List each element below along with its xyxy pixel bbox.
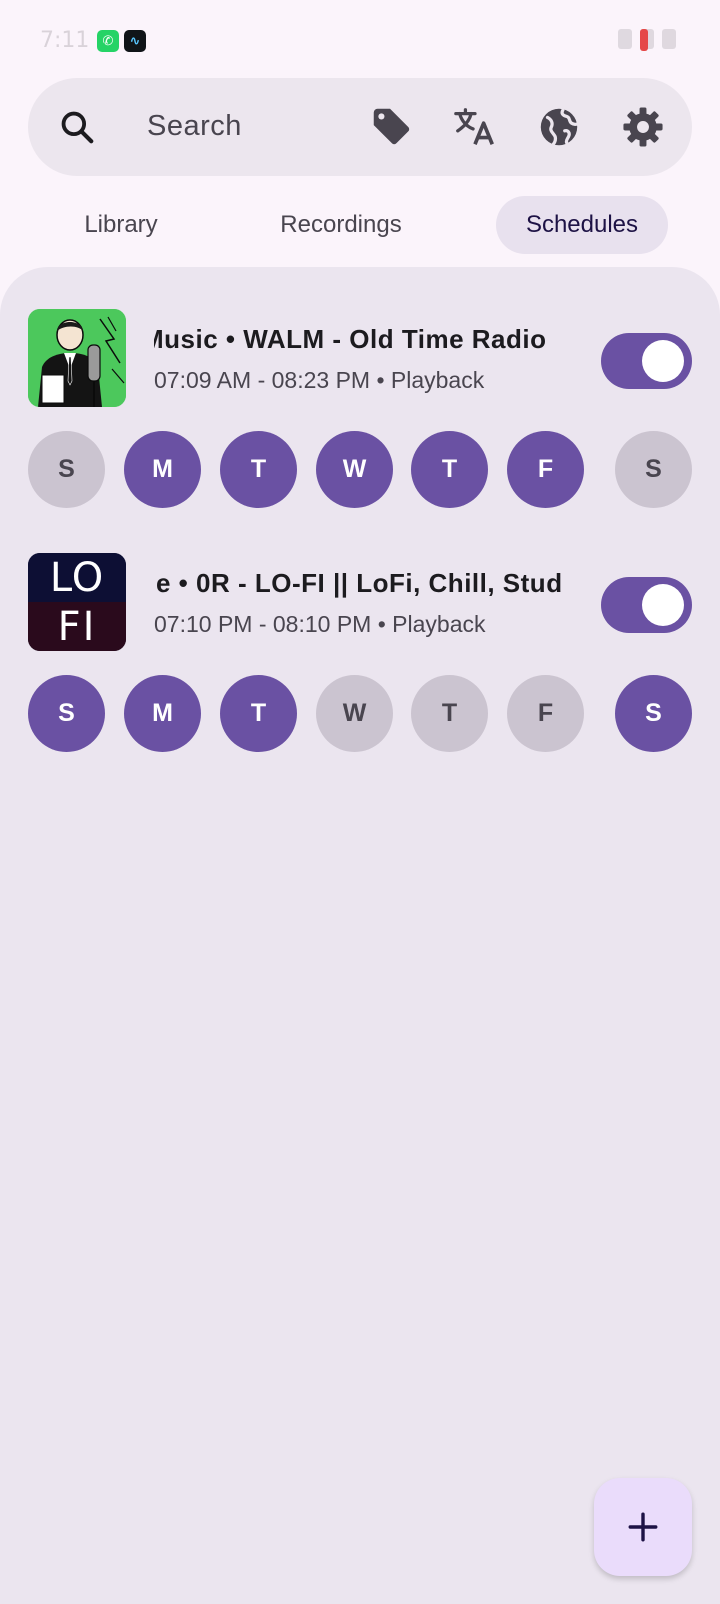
- station-title: Music • WALM - Old Time Radio: [154, 324, 547, 354]
- day-thursday[interactable]: T: [411, 675, 488, 752]
- station-title-clip: Music • WALM - Old Time Radio: [154, 319, 574, 359]
- tag-icon[interactable]: [368, 104, 414, 150]
- schedule-time: 07:09 AM - 08:23 PM • Playback: [154, 367, 485, 393]
- day-wednesday[interactable]: W: [316, 431, 393, 508]
- schedules-list: Music • WALM - Old Time Radio 07:09 AM -…: [0, 267, 720, 1604]
- day-selector: S M T W T F S: [28, 675, 692, 753]
- battery-icon: [640, 29, 648, 51]
- network-icon: [662, 29, 676, 49]
- search-icon[interactable]: [58, 108, 96, 146]
- day-saturday[interactable]: S: [615, 675, 692, 752]
- plus-icon: [628, 1512, 658, 1542]
- tab-schedules[interactable]: Schedules: [496, 196, 668, 254]
- day-sunday[interactable]: S: [28, 431, 105, 508]
- toggle-knob: [642, 340, 684, 382]
- add-schedule-button[interactable]: [594, 1478, 692, 1576]
- toggle-knob: [642, 584, 684, 626]
- day-sunday[interactable]: S: [28, 675, 105, 752]
- schedule-item[interactable]: Music • WALM - Old Time Radio 07:09 AM -…: [0, 309, 720, 519]
- schedule-toggle[interactable]: [601, 333, 692, 389]
- day-monday[interactable]: M: [124, 431, 201, 508]
- day-saturday[interactable]: S: [615, 431, 692, 508]
- whatsapp-icon: ✆: [97, 30, 119, 52]
- schedule-item[interactable]: LO FI e • 0R - LO-FI || LoFi, Chill, Stu…: [0, 553, 720, 763]
- status-bar: 7:11 ✆ ∿: [0, 0, 720, 80]
- status-time: 7:11: [40, 28, 90, 53]
- day-friday[interactable]: F: [507, 431, 584, 508]
- gear-icon[interactable]: [620, 104, 666, 150]
- schedule-time: 07:10 PM - 08:10 PM • Playback: [154, 611, 486, 637]
- translate-icon[interactable]: [452, 104, 498, 150]
- day-tuesday[interactable]: T: [220, 431, 297, 508]
- schedule-toggle[interactable]: [601, 577, 692, 633]
- search-bar[interactable]: Search: [28, 78, 692, 176]
- tab-recordings[interactable]: Recordings: [262, 196, 420, 254]
- day-selector: S M T W T F S: [28, 431, 692, 509]
- station-artwork: [28, 309, 126, 407]
- day-wednesday[interactable]: W: [316, 675, 393, 752]
- artwork-text: LO: [49, 554, 105, 601]
- station-artwork: LO FI: [28, 553, 126, 651]
- day-thursday[interactable]: T: [411, 431, 488, 508]
- day-monday[interactable]: M: [124, 675, 201, 752]
- tab-library[interactable]: Library: [50, 196, 192, 254]
- soundwave-app-icon: ∿: [124, 30, 146, 52]
- globe-icon[interactable]: [536, 104, 582, 150]
- artwork-text: FI: [57, 603, 97, 650]
- search-input[interactable]: Search: [147, 110, 242, 143]
- day-friday[interactable]: F: [507, 675, 584, 752]
- day-tuesday[interactable]: T: [220, 675, 297, 752]
- station-title-clip: e • 0R - LO-FI || LoFi, Chill, Stud: [154, 563, 574, 603]
- station-title: e • 0R - LO-FI || LoFi, Chill, Stud: [156, 568, 563, 598]
- tab-bar: Library Recordings Schedules: [0, 196, 720, 254]
- signal-icon: [618, 29, 632, 49]
